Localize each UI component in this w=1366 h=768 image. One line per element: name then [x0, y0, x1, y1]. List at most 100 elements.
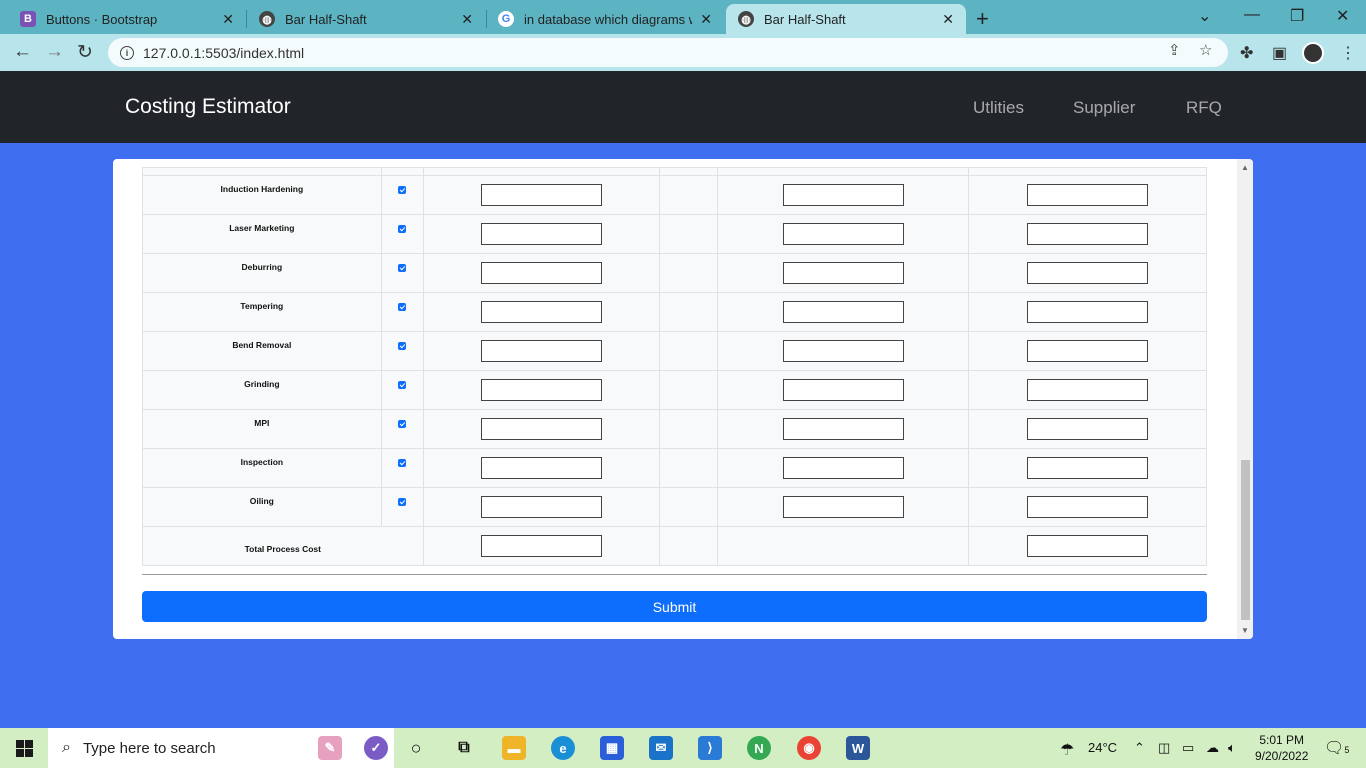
forward-icon[interactable]: →: [45, 41, 64, 63]
vscode-icon[interactable]: ⟩: [698, 736, 722, 760]
cost-input-2[interactable]: [782, 340, 904, 362]
cost-input-2[interactable]: [782, 379, 904, 401]
process-checkbox[interactable]: [398, 459, 407, 467]
process-checkbox[interactable]: [398, 186, 407, 194]
nav-link-supplier[interactable]: Supplier: [1073, 98, 1135, 118]
process-checkbox[interactable]: [398, 264, 407, 272]
chrome-icon[interactable]: ◉: [797, 736, 821, 760]
tab-bar-half-shaft-active[interactable]: ◍ Bar Half-Shaft ✕: [726, 4, 966, 34]
cost-input-2[interactable]: [782, 223, 904, 245]
cost-input-1[interactable]: [481, 301, 603, 323]
process-name: Tempering: [142, 292, 382, 332]
scroll-down-icon[interactable]: ▼: [1241, 626, 1249, 635]
notification-icon[interactable]: 🗨︎5: [1324, 738, 1349, 758]
cost-input-2[interactable]: [782, 262, 904, 284]
nav-link-rfq[interactable]: RFQ: [1186, 98, 1222, 118]
minimize-icon[interactable]: —: [1244, 6, 1260, 24]
cost-input-1[interactable]: [481, 184, 603, 206]
restore-icon[interactable]: ❐: [1290, 6, 1304, 26]
cost-input-2[interactable]: [782, 301, 904, 323]
taskbar-search[interactable]: ⌕ Type here to search: [48, 728, 394, 768]
tab-search-icon[interactable]: ⌄: [1198, 6, 1211, 26]
cost-input-1[interactable]: [481, 496, 603, 518]
tab-google-search[interactable]: G in database which diagrams we w ✕: [486, 4, 724, 34]
close-icon[interactable]: ✕: [942, 11, 954, 28]
system-clock[interactable]: 5:01 PM 9/20/2022: [1255, 732, 1308, 764]
cost-input-1[interactable]: [481, 223, 603, 245]
chrome-profile-n-icon[interactable]: N: [747, 736, 771, 760]
cost-input-2[interactable]: [782, 418, 904, 440]
reload-icon[interactable]: ↻: [77, 41, 93, 64]
cost-input-2[interactable]: [782, 457, 904, 479]
nav-link-utilities[interactable]: Utlities: [973, 98, 1024, 118]
volume-icon[interactable]: 🔈︎: [1228, 740, 1236, 756]
share-icon[interactable]: ⇪: [1168, 41, 1181, 59]
menu-dots-icon[interactable]: ⋮: [1340, 43, 1356, 63]
scroll-up-icon[interactable]: ▲: [1241, 163, 1249, 172]
new-tab-button[interactable]: +: [976, 6, 989, 32]
mail-icon[interactable]: ✉: [649, 736, 673, 760]
cost-input-1[interactable]: [481, 457, 603, 479]
cost-input-1[interactable]: [481, 340, 603, 362]
search-highlight-badge-icon[interactable]: ✓: [364, 736, 388, 760]
cost-input-1[interactable]: [481, 418, 603, 440]
bookmark-star-icon[interactable]: ☆: [1199, 41, 1212, 59]
scrollbar-thumb[interactable]: [1241, 460, 1250, 620]
cost-input-2[interactable]: [782, 496, 904, 518]
profile-avatar[interactable]: [1302, 42, 1324, 64]
cost-input-3[interactable]: [1027, 340, 1149, 362]
cost-input-1[interactable]: [481, 262, 603, 284]
close-icon[interactable]: ✕: [461, 11, 473, 28]
meet-now-icon[interactable]: ◫: [1158, 740, 1170, 756]
cost-input-3[interactable]: [1027, 301, 1149, 323]
process-checkbox[interactable]: [398, 420, 407, 428]
cost-input-3[interactable]: [1027, 184, 1149, 206]
cost-input-3[interactable]: [1027, 223, 1149, 245]
cost-input-3[interactable]: [1027, 418, 1149, 440]
windows-taskbar: ⌕ Type here to search ✎ ✓ ○ ⧉ ▬ e ▦ ✉ ⟩ …: [0, 728, 1366, 768]
back-icon[interactable]: ←: [13, 41, 32, 63]
process-checkbox[interactable]: [398, 303, 407, 311]
task-view-icon[interactable]: ⧉: [452, 736, 476, 760]
weather-icon[interactable]: ☂: [1060, 740, 1074, 760]
battery-icon[interactable]: ▭: [1182, 740, 1194, 756]
window-close-icon[interactable]: ✕: [1336, 6, 1349, 26]
process-checkbox[interactable]: [398, 381, 407, 389]
cost-input-1[interactable]: [481, 379, 603, 401]
tab-buttons-bootstrap[interactable]: B Buttons · Bootstrap ✕: [8, 4, 246, 34]
cell: [968, 167, 1207, 176]
process-checkbox-cell: [380, 214, 424, 254]
extensions-icon[interactable]: ✤: [1240, 43, 1253, 63]
site-info-icon[interactable]: i: [120, 45, 134, 60]
cost-input-3[interactable]: [1027, 379, 1149, 401]
process-checkbox[interactable]: [398, 225, 407, 233]
cloud-icon[interactable]: ☁: [1206, 740, 1219, 756]
total-cost-input-1[interactable]: [481, 535, 603, 557]
word-icon[interactable]: W: [846, 736, 870, 760]
table-row: Deburring: [142, 253, 1207, 293]
cost-input-3[interactable]: [1027, 262, 1149, 284]
edge-icon[interactable]: e: [551, 736, 575, 760]
windows-start-icon[interactable]: [16, 740, 33, 757]
tab-bar-half-shaft[interactable]: ◍ Bar Half-Shaft ✕: [247, 4, 485, 34]
address-bar[interactable]: i 127.0.0.1:5503/index.html: [108, 38, 1228, 67]
cost-input-3[interactable]: [1027, 457, 1149, 479]
side-panel-icon[interactable]: ▣: [1272, 43, 1287, 63]
scrollbar[interactable]: ▲ ▼: [1237, 159, 1253, 639]
close-icon[interactable]: ✕: [700, 11, 712, 28]
cost-input-2[interactable]: [782, 184, 904, 206]
search-highlight-icon[interactable]: ✎: [318, 736, 342, 760]
globe-icon: ◍: [259, 11, 275, 27]
navbar-brand[interactable]: Costing Estimator: [125, 95, 291, 119]
close-icon[interactable]: ✕: [222, 11, 234, 28]
chevron-up-icon[interactable]: ⌃: [1134, 740, 1145, 756]
process-checkbox[interactable]: [398, 342, 407, 350]
file-explorer-icon[interactable]: ▬: [502, 736, 526, 760]
cost-input-3[interactable]: [1027, 496, 1149, 518]
microsoft-store-icon[interactable]: ▦: [600, 736, 624, 760]
weather-temperature[interactable]: 24°C: [1088, 740, 1117, 755]
submit-button[interactable]: Submit: [142, 591, 1207, 622]
process-checkbox[interactable]: [398, 498, 407, 506]
total-cost-input-3[interactable]: [1027, 535, 1149, 557]
cortana-icon[interactable]: ○: [404, 736, 428, 760]
